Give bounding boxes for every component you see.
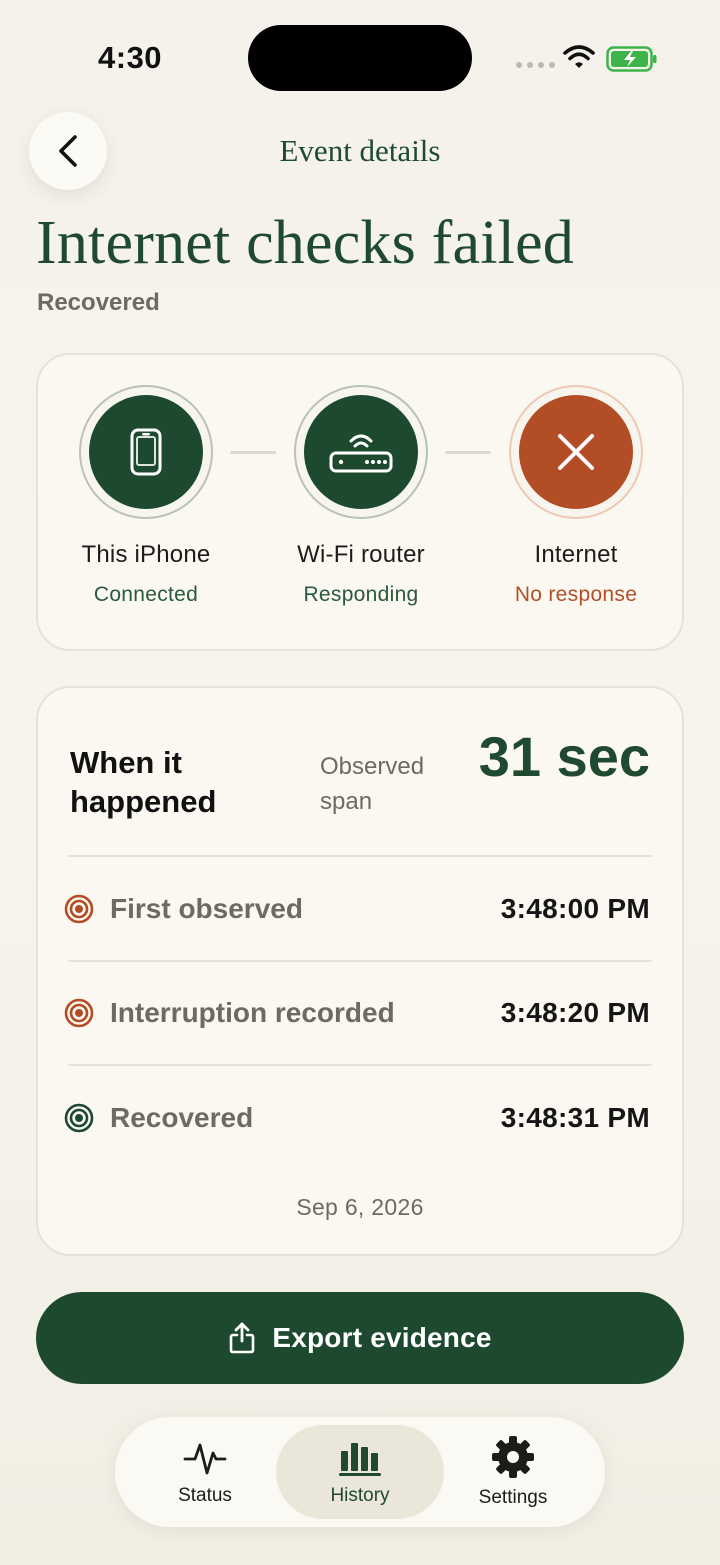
- page-title: Internet checks failed: [36, 209, 574, 277]
- share-icon: [230, 1322, 255, 1354]
- path-node-status: Responding: [303, 583, 419, 606]
- path-node-router: Wi-Fi router Responding: [271, 385, 451, 607]
- tab-label: History: [330, 1485, 390, 1506]
- x-icon: [558, 434, 594, 470]
- tab-bar: Status History Settings: [115, 1417, 605, 1527]
- cellular-signal-icon: [516, 62, 555, 68]
- path-connector: [445, 451, 491, 454]
- timeline-card: When it happened Observed span 31 sec Fi…: [36, 686, 684, 1256]
- timeline-event-time: 3:48:20 PM: [500, 997, 650, 1028]
- path-node-label: Wi-Fi router: [297, 541, 425, 568]
- timeline-event-label: First observed: [110, 893, 303, 924]
- nav-title: Event details: [279, 133, 441, 168]
- tab-settings[interactable]: Settings: [429, 1425, 597, 1519]
- event-date: Sep 6, 2026: [296, 1194, 424, 1220]
- wifi-icon: [563, 45, 595, 68]
- timeline-event-label: Recovered: [110, 1102, 254, 1133]
- target-icon: [64, 894, 94, 924]
- tab-label: Status: [178, 1485, 232, 1506]
- gear-icon: [492, 1436, 534, 1478]
- timeline-row: First observed 3:48:00 PM: [64, 879, 650, 939]
- path-connector: [230, 451, 276, 454]
- path-node-status: Connected: [93, 583, 199, 606]
- pulse-icon: [183, 1443, 227, 1475]
- export-evidence-button[interactable]: Export evidence: [36, 1292, 684, 1384]
- divider: [68, 1064, 652, 1066]
- bar-chart-icon: [339, 1443, 381, 1476]
- event-state-label: Recovered: [37, 289, 160, 316]
- target-icon: [64, 998, 94, 1028]
- divider: [68, 855, 652, 857]
- path-node-status: No response: [514, 583, 638, 606]
- observed-span-value: 31 sec: [478, 725, 650, 788]
- tab-history[interactable]: History: [276, 1425, 444, 1519]
- path-node-internet: Internet No response: [486, 385, 666, 607]
- path-node-label: Internet: [534, 541, 618, 568]
- tab-status[interactable]: Status: [121, 1425, 289, 1519]
- timeline-event-time: 3:48:00 PM: [500, 893, 650, 924]
- status-time: 4:30: [98, 40, 163, 75]
- divider: [68, 960, 652, 962]
- timeline-event-label: Interruption recorded: [110, 997, 395, 1028]
- export-evidence-label: Export evidence: [272, 1322, 492, 1353]
- battery-charging-icon: [606, 46, 657, 72]
- observed-span-label: Observed span: [320, 753, 425, 815]
- tab-label: Settings: [478, 1487, 548, 1508]
- timeline-row: Interruption recorded 3:48:20 PM: [64, 983, 650, 1043]
- timeline-title: When it happened: [70, 745, 217, 819]
- path-node-iphone: This iPhone Connected: [56, 385, 236, 607]
- router-icon: [329, 434, 393, 473]
- path-node-label: This iPhone: [81, 541, 211, 568]
- dynamic-island: [248, 25, 472, 91]
- timeline-row: Recovered 3:48:31 PM: [64, 1088, 650, 1148]
- network-path-card: This iPhone Connected Wi-Fi router Respo…: [36, 353, 684, 651]
- target-icon: [64, 1103, 94, 1133]
- timeline-event-time: 3:48:31 PM: [500, 1102, 650, 1133]
- iphone-icon: [130, 428, 162, 476]
